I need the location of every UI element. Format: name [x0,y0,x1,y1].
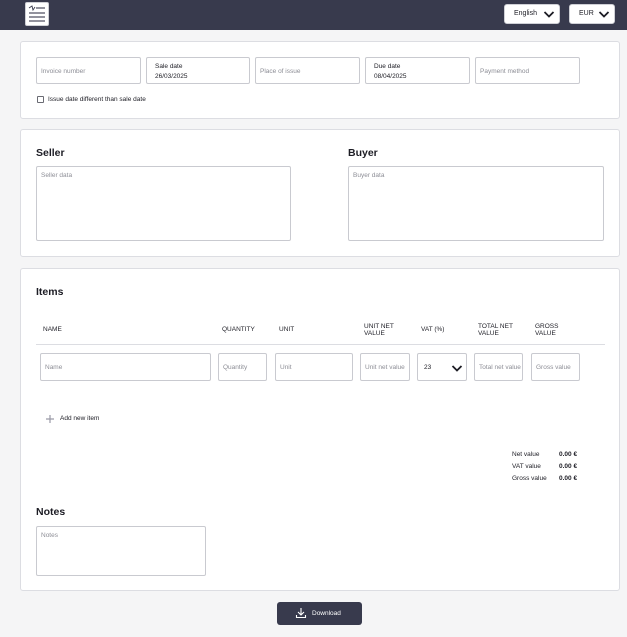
place-of-issue-input[interactable]: Place of issue [255,57,360,84]
column-header-unit-net-value: UNIT NET VALUE [364,323,394,337]
item-quantity-input[interactable]: Quantity [218,353,267,381]
language-value: English [514,10,537,17]
invoice-number-input[interactable]: Invoice number [36,57,141,84]
payment-method-placeholder: Payment method [480,68,530,75]
item-unit-net-value-placeholder: Unit net value [365,364,405,371]
chevron-down-icon [451,365,463,372]
chevron-down-icon [543,11,555,18]
due-date-input[interactable]: Due date 08/04/2025 [365,57,470,84]
vat-value-label: VAT value [512,463,541,470]
download-button[interactable]: Download [277,602,362,625]
net-value-label: Net value [512,451,540,458]
item-name-placeholder: Name [45,364,63,371]
seller-textarea[interactable]: Seller data [36,166,291,241]
invoice-number-placeholder: Invoice number [41,68,86,75]
seller-title: Seller [36,147,65,159]
item-quantity-placeholder: Quantity [223,364,248,371]
place-of-issue-placeholder: Place of issue [260,68,301,75]
seller-placeholder: Seller data [41,172,73,179]
parties-card: Seller Seller data Buyer Buyer data [20,129,620,257]
language-select[interactable]: English [504,4,560,24]
column-header-quantity: QUANTITY [222,326,255,333]
gross-value-label: Gross value [512,475,547,482]
payment-method-input[interactable]: Payment method [475,57,580,84]
buyer-placeholder: Buyer data [353,172,385,179]
net-value-amount: 0.00 € [559,451,578,458]
item-vat-select[interactable]: 23 [417,353,467,381]
add-new-item-label: Add new item [60,415,100,422]
column-header-unit: UNIT [279,326,295,333]
column-header-vat: VAT (%) [421,326,445,333]
chevron-down-icon [598,11,610,18]
item-gross-value-input[interactable]: Gross value [531,353,580,381]
download-icon [295,608,307,619]
invoice-details-card: Invoice number Sale date 26/03/2025 Plac… [20,41,620,119]
item-gross-value-placeholder: Gross value [536,364,571,371]
items-card: Items NAME QUANTITY UNIT UNIT NET VALUE … [20,268,620,591]
column-header-gross-value: GROSS VALUE [535,323,559,337]
sale-date-label: Sale date [155,63,183,70]
due-date-label: Due date [374,63,401,70]
download-label: Download [312,610,341,617]
item-total-net-value-input[interactable]: Total net value [474,353,523,381]
currency-value: EUR [579,10,594,17]
item-vat-value: 23 [424,364,432,371]
buyer-textarea[interactable]: Buyer data [348,166,604,241]
column-header-name: NAME [43,326,62,333]
top-bar: English EUR [0,0,627,30]
column-header-total-net-value: TOTAL NET VALUE [478,323,513,337]
due-date-value: 08/04/2025 [374,73,407,80]
plus-icon [46,415,54,423]
item-unit-net-value-input[interactable]: Unit net value [360,353,410,381]
sale-date-value: 26/03/2025 [155,73,188,80]
gross-value-amount: 0.00 € [559,475,578,482]
item-total-net-value-placeholder: Total net value [479,364,521,371]
buyer-title: Buyer [348,147,378,159]
notes-placeholder: Notes [41,532,58,539]
invoice-logo-icon[interactable] [25,2,49,26]
item-unit-placeholder: Unit [280,364,292,371]
notes-textarea[interactable]: Notes [36,526,206,576]
item-unit-input[interactable]: Unit [275,353,353,381]
vat-value-amount: 0.00 € [559,463,578,470]
issue-date-checkbox[interactable] [37,96,44,103]
table-header-divider [36,344,605,345]
issue-date-checkbox-label: Issue date different than sale date [48,96,146,103]
item-name-input[interactable]: Name [40,353,211,381]
sale-date-input[interactable]: Sale date 26/03/2025 [146,57,250,84]
notes-title: Notes [36,506,66,518]
currency-select[interactable]: EUR [569,4,615,24]
items-title: Items [36,286,64,298]
